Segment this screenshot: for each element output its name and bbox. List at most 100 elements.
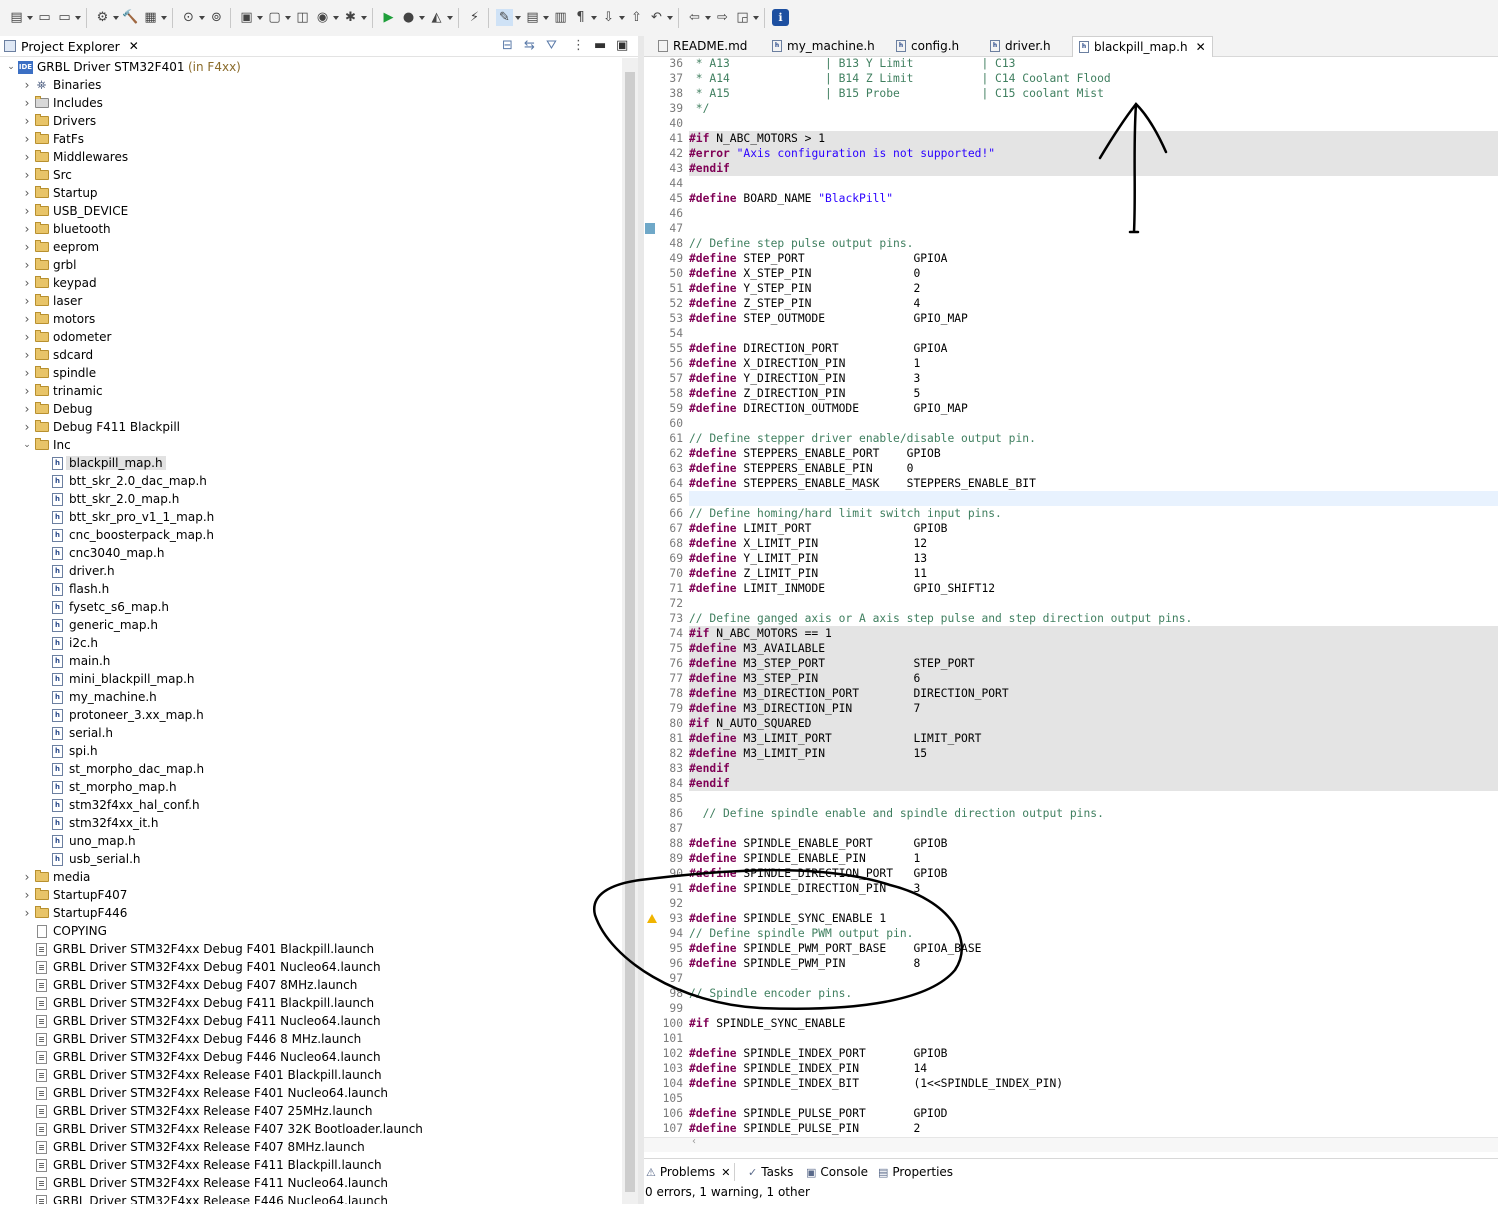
dropdown-arrow-icon[interactable]	[419, 16, 425, 20]
collapsed-chevron-icon[interactable]: ›	[22, 310, 32, 328]
collapsed-chevron-icon[interactable]: ›	[22, 238, 32, 256]
toggle-mark-icon[interactable]: ▤	[524, 9, 541, 26]
tree-item[interactable]: h btt_skr_2.0_dac_map.h	[0, 472, 622, 490]
info-icon[interactable]: ℹ	[772, 9, 789, 26]
collapsed-chevron-icon[interactable]: ›	[22, 382, 32, 400]
tree-item[interactable]: › keypad	[0, 274, 622, 292]
tree-item[interactable]: GRBL Driver STM32F4xx Debug F446 Nucleo6…	[0, 1048, 622, 1066]
prev-annotation-icon[interactable]: ⇧	[628, 9, 645, 26]
collapsed-chevron-icon[interactable]: ›	[22, 148, 32, 166]
tree-item[interactable]: › Startup	[0, 184, 622, 202]
tree-item[interactable]: › motors	[0, 310, 622, 328]
new-source-icon[interactable]: ◉	[314, 9, 331, 26]
tree-item[interactable]: › Debug	[0, 400, 622, 418]
tree-item[interactable]: h flash.h	[0, 580, 622, 598]
tree-item[interactable]: › ⛯ Binaries	[0, 76, 622, 94]
save-all-icon[interactable]: ▭	[56, 9, 73, 26]
tree-item[interactable]: › trinamic	[0, 382, 622, 400]
tree-item[interactable]: › spindle	[0, 364, 622, 382]
bookmark-marker-icon[interactable]	[645, 223, 655, 234]
tree-item[interactable]: › FatFs	[0, 130, 622, 148]
tree-item[interactable]: › USB_DEVICE	[0, 202, 622, 220]
minimize-icon[interactable]: ▬	[594, 38, 606, 53]
new-project-icon[interactable]: ▣	[238, 9, 255, 26]
tree-item[interactable]: › Middlewares	[0, 148, 622, 166]
collapsed-chevron-icon[interactable]: ›	[22, 256, 32, 274]
tree-item[interactable]: h driver.h	[0, 562, 622, 580]
tree-item[interactable]: h blackpill_map.h	[0, 454, 622, 472]
dropdown-arrow-icon[interactable]	[285, 16, 291, 20]
tree-item[interactable]: GRBL Driver STM32F4xx Debug F446 8 MHz.l…	[0, 1030, 622, 1048]
close-icon[interactable]: ✕	[129, 39, 139, 53]
tree-item[interactable]: › odometer	[0, 328, 622, 346]
new-folder-icon[interactable]: ▢	[266, 9, 283, 26]
search-icon[interactable]: ⚡	[466, 9, 483, 26]
collapsed-chevron-icon[interactable]: ›	[22, 292, 32, 310]
debug-icon[interactable]: ⊙	[180, 9, 197, 26]
tree-item[interactable]: h st_morpho_dac_map.h	[0, 760, 622, 778]
dropdown-arrow-icon[interactable]	[333, 16, 339, 20]
tree-item[interactable]: › bluetooth	[0, 220, 622, 238]
editor-tab[interactable]: h my_machine.h	[766, 36, 881, 56]
tree-item[interactable]: h stm32f4xx_hal_conf.h	[0, 796, 622, 814]
tree-item[interactable]: › StartupF407	[0, 886, 622, 904]
tree-item[interactable]: › laser	[0, 292, 622, 310]
collapse-all-icon[interactable]: ⊟	[502, 38, 513, 53]
back-icon[interactable]: ⇦	[686, 9, 703, 26]
new-icon[interactable]: ▤	[8, 9, 25, 26]
filter-icon[interactable]: ⛛	[546, 38, 557, 53]
build-icon[interactable]: 🔨	[122, 9, 139, 26]
dropdown-arrow-icon[interactable]	[515, 16, 521, 20]
close-icon[interactable]: ✕	[1196, 40, 1206, 54]
tree-item[interactable]: GRBL Driver STM32F4xx Debug F407 8MHz.la…	[0, 976, 622, 994]
tree-item[interactable]: h cnc_boosterpack_map.h	[0, 526, 622, 544]
warning-icon[interactable]	[647, 914, 657, 923]
dropdown-arrow-icon[interactable]	[27, 16, 33, 20]
tree-item[interactable]: › eeprom	[0, 238, 622, 256]
project-tree-scrollbar[interactable]	[622, 58, 638, 1204]
tree-item[interactable]: › Src	[0, 166, 622, 184]
collapsed-chevron-icon[interactable]: ›	[22, 94, 32, 112]
tree-item[interactable]: h protoneer_3.xx_map.h	[0, 706, 622, 724]
new-class-icon[interactable]: ◫	[294, 9, 311, 26]
debug-run-icon[interactable]: ✱	[342, 9, 359, 26]
tree-item[interactable]: › sdcard	[0, 346, 622, 364]
run-external-icon[interactable]: ⊚	[208, 9, 225, 26]
tree-item[interactable]: h i2c.h	[0, 634, 622, 652]
dropdown-arrow-icon[interactable]	[543, 16, 549, 20]
collapsed-chevron-icon[interactable]: ›	[22, 274, 32, 292]
collapsed-chevron-icon[interactable]: ›	[22, 112, 32, 130]
dropdown-arrow-icon[interactable]	[705, 16, 711, 20]
tree-item[interactable]: › media	[0, 868, 622, 886]
tree-item[interactable]: COPYING	[0, 922, 622, 940]
collapsed-chevron-icon[interactable]: ›	[22, 130, 32, 148]
tree-item[interactable]: › grbl	[0, 256, 622, 274]
show-whitespace-icon[interactable]: ¶	[572, 9, 589, 26]
toggle-block-icon[interactable]: ▥	[552, 9, 569, 26]
bottom-tab-tasks[interactable]: ✓ Tasks	[748, 1163, 793, 1181]
collapsed-chevron-icon[interactable]: ›	[22, 184, 32, 202]
tree-item[interactable]: h stm32f4xx_it.h	[0, 814, 622, 832]
build-config-icon[interactable]: ⚙	[94, 9, 111, 26]
tree-item[interactable]: GRBL Driver STM32F4xx Debug F401 Nucleo6…	[0, 958, 622, 976]
bottom-tab-properties[interactable]: ▤ Properties	[878, 1163, 953, 1181]
tree-item[interactable]: › Debug F411 Blackpill	[0, 418, 622, 436]
tree-item[interactable]: h usb_serial.h	[0, 850, 622, 868]
expanded-chevron-icon[interactable]: ⌄	[22, 436, 32, 454]
tree-item[interactable]: h cnc3040_map.h	[0, 544, 622, 562]
dropdown-arrow-icon[interactable]	[257, 16, 263, 20]
collapsed-chevron-icon[interactable]: ›	[22, 220, 32, 238]
maximize-icon[interactable]: ▣	[616, 38, 628, 53]
collapsed-chevron-icon[interactable]: ›	[22, 418, 32, 436]
close-icon[interactable]: ✕	[721, 1166, 730, 1179]
tree-item[interactable]: ⌄ IDE GRBL Driver STM32F401 (in F4xx)	[0, 58, 622, 76]
tree-item[interactable]: › StartupF446	[0, 904, 622, 922]
view-menu-icon[interactable]: ⋮	[572, 38, 585, 53]
binary-icon[interactable]: ▦	[142, 9, 159, 26]
tree-item[interactable]: h st_morpho_map.h	[0, 778, 622, 796]
tree-item[interactable]: h uno_map.h	[0, 832, 622, 850]
tree-item[interactable]: › Drivers	[0, 112, 622, 130]
last-edit-icon[interactable]: ↶	[648, 9, 665, 26]
dropdown-arrow-icon[interactable]	[113, 16, 119, 20]
tree-item[interactable]: h btt_skr_pro_v1_1_map.h	[0, 508, 622, 526]
